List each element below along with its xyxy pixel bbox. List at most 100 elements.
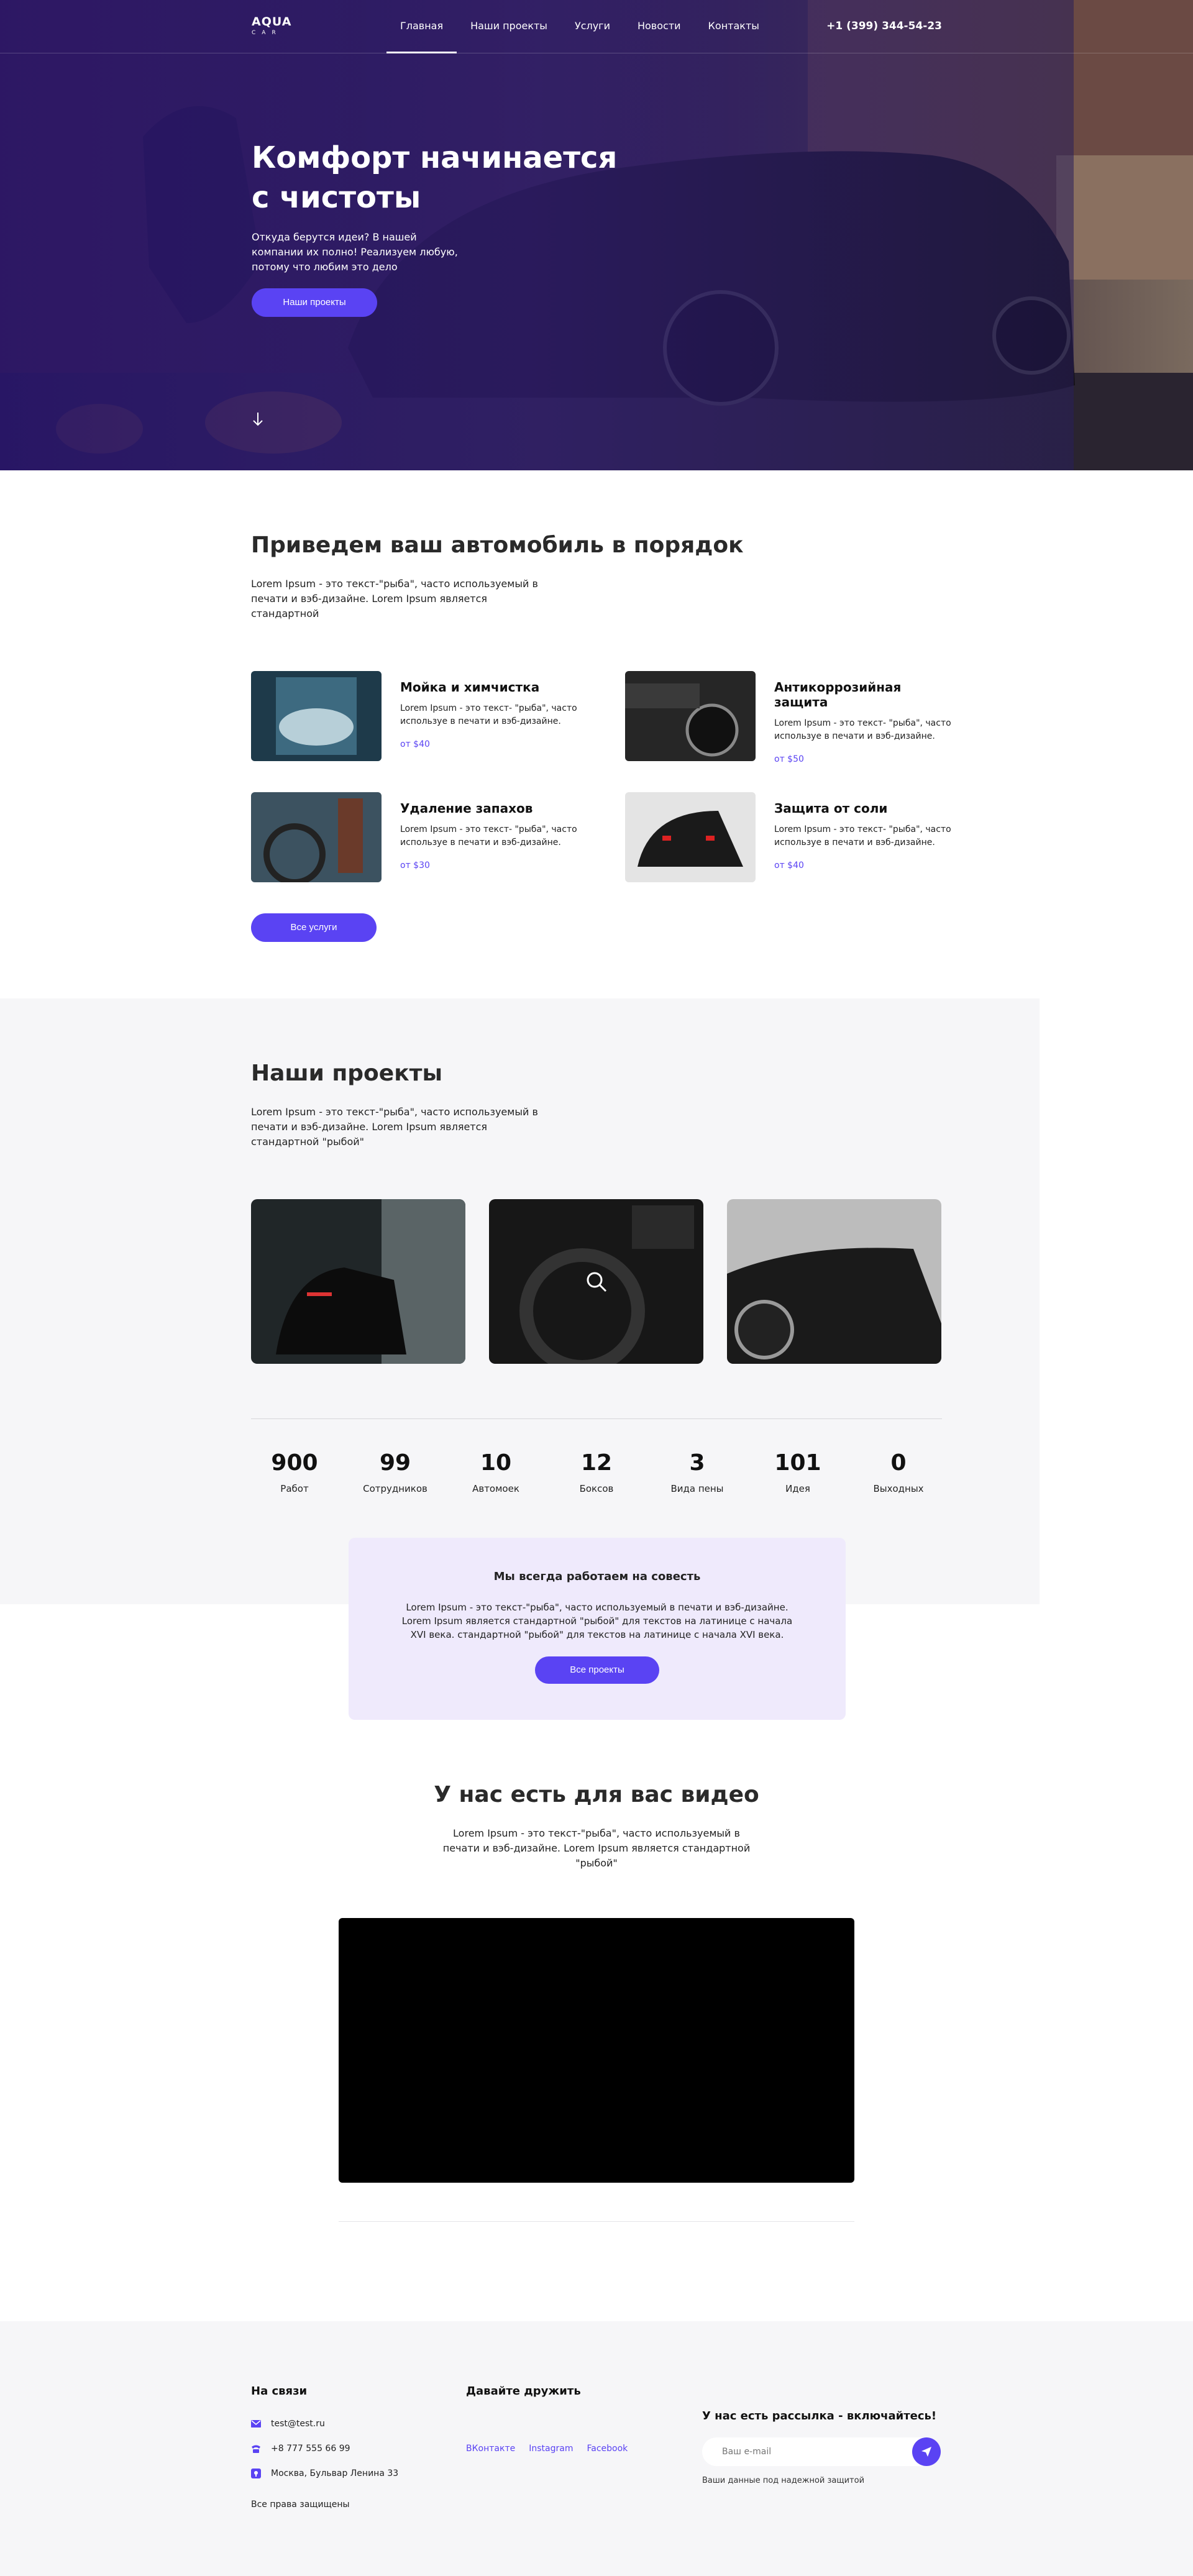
stat-item: 3 Вида пены xyxy=(660,1450,734,1494)
stat-item: 12 Боксов xyxy=(559,1450,634,1494)
nav-projects[interactable]: Наши проекты xyxy=(457,0,561,53)
stat-label: Автомоек xyxy=(472,1483,519,1494)
footer-email[interactable]: test@test.ru xyxy=(251,2419,398,2429)
stat-label: Вида пены xyxy=(670,1483,724,1494)
stat-number: 0 xyxy=(890,1450,907,1476)
stat-number: 12 xyxy=(580,1450,613,1476)
service-desc: Lorem Ipsum - это текст- "рыба", часто и… xyxy=(400,824,577,847)
footer-phone[interactable]: +8 777 555 66 99 xyxy=(251,2444,398,2454)
logo[interactable]: AQUA CAR xyxy=(252,15,291,36)
footer-address: Москва, Бульвар Ленина 33 xyxy=(251,2469,398,2478)
service-desc: Lorem Ipsum - это текст- "рыба", часто и… xyxy=(774,718,951,741)
copyright-text: Все права защищены xyxy=(251,2500,350,2510)
subscribe-email-input[interactable] xyxy=(702,2437,889,2466)
services-title: Приведем ваш автомобиль в порядок xyxy=(251,532,744,558)
video-divider xyxy=(339,2221,854,2222)
stat-item: 900 Работ xyxy=(257,1450,332,1494)
service-price: от $40 xyxy=(400,739,430,749)
stat-item: 0 Выходных xyxy=(861,1450,936,1494)
project-image-highlighted[interactable] xyxy=(489,1199,703,1364)
service-desc: Lorem Ipsum - это текст- "рыба", часто и… xyxy=(774,824,951,847)
services-lead: Lorem Ipsum - это текст-"рыба", часто ис… xyxy=(251,578,538,619)
service-card[interactable]: Антикоррозийная защита Lorem Ipsum - это… xyxy=(625,671,951,764)
notice-title: Мы всегда работаем на совесть xyxy=(493,1570,701,1583)
social-instagram-link[interactable]: Instagram xyxy=(529,2444,573,2454)
subscribe-send-button[interactable] xyxy=(912,2437,941,2466)
projects-title: Наши проекты xyxy=(251,1061,443,1086)
stat-label: Работ xyxy=(280,1483,309,1494)
service-card[interactable]: Защита от соли Lorem Ipsum - это текст- … xyxy=(625,792,951,882)
header-phone[interactable]: +1 (399) 344-54-23 xyxy=(826,20,942,32)
service-anticorrosion-image xyxy=(625,671,756,761)
social-vk-link[interactable]: ВКонтакте xyxy=(466,2444,515,2454)
nav-news[interactable]: Новости xyxy=(624,0,695,53)
footer-phone-text: +8 777 555 66 99 xyxy=(271,2444,350,2454)
stat-item: 10 Автомоек xyxy=(459,1450,533,1494)
hero-projects-button[interactable]: Наши проекты xyxy=(252,288,377,317)
social-links: ВКонтакте Instagram Facebook xyxy=(466,2444,628,2454)
projects-gallery xyxy=(251,1199,942,1364)
video-player[interactable] xyxy=(339,1918,854,2183)
service-title: Антикоррозийная защита xyxy=(774,680,902,710)
service-price: от $50 xyxy=(774,754,804,764)
hero-text: Откуда берутся идеи? В нашей компании их… xyxy=(252,231,458,273)
subscribe-note: Ваши данные под надежной защитой xyxy=(702,2476,865,2485)
stat-label: Боксов xyxy=(579,1483,614,1494)
subscribe-form xyxy=(702,2437,941,2466)
stat-number: 3 xyxy=(689,1450,705,1476)
service-price: от $40 xyxy=(774,861,804,870)
footer-email-text: test@test.ru xyxy=(271,2419,325,2429)
service-odor-removal-image xyxy=(251,792,382,882)
logo-main-text: AQUA xyxy=(252,15,292,29)
top-navigation: AQUA CAR Главная Наши проекты Услуги Нов… xyxy=(0,0,1193,53)
stat-number: 101 xyxy=(774,1450,821,1476)
arrow-down-icon[interactable] xyxy=(252,411,264,427)
stats-row: 900 Работ 99 Сотрудников 10 Автомоек 12 Бокс… xyxy=(251,1450,942,1494)
stat-label: Идея xyxy=(785,1483,810,1494)
send-icon xyxy=(921,2447,931,2457)
hero-content: Комфорт начинается с чистоты Откуда беру… xyxy=(252,138,624,317)
footer-contacts-title: На связи xyxy=(251,2385,308,2398)
service-card[interactable]: Мойка и химчистка Lorem Ipsum - это текс… xyxy=(251,671,577,761)
footer: На связи test@test.ru +8 777 555 66 99 М… xyxy=(0,2321,1193,2576)
hero-section: AQUA CAR Главная Наши проекты Услуги Нов… xyxy=(0,0,1193,470)
magnifier-icon[interactable] xyxy=(585,1271,608,1293)
service-washing-image xyxy=(251,671,382,761)
footer-subscribe: У нас есть рассылка - включайтесь! Ваши … xyxy=(702,2409,941,2485)
projects-lead: Lorem Ipsum - это текст-"рыба", часто ис… xyxy=(251,1106,538,1148)
notice-text: Lorem Ipsum - это текст-"рыба", часто ис… xyxy=(401,1602,793,1640)
phone-icon xyxy=(252,2445,260,2453)
service-salt-protection-image xyxy=(625,792,756,882)
mail-icon xyxy=(251,2420,261,2428)
video-title: У нас есть для вас видео xyxy=(434,1782,759,1807)
service-card[interactable]: Удаление запахов Lorem Ipsum - это текст… xyxy=(251,792,577,882)
project-image[interactable] xyxy=(727,1199,941,1364)
service-title: Удаление запахов xyxy=(400,801,533,816)
social-facebook-link[interactable]: Facebook xyxy=(587,2444,628,2454)
logo-sub-text: CAR xyxy=(252,30,282,36)
projects-section: Наши проекты Lorem Ipsum - это текст-"ры… xyxy=(0,998,1193,1720)
project-image[interactable] xyxy=(251,1199,465,1364)
service-desc: Lorem Ipsum - это текст- "рыба", часто и… xyxy=(400,703,577,726)
nav-home[interactable]: Главная xyxy=(386,0,457,53)
footer-social-title: Давайте дружить xyxy=(466,2385,581,2398)
projects-divider xyxy=(251,1418,942,1419)
video-lead: Lorem Ipsum - это текст-"рыба", часто ис… xyxy=(442,1827,751,1869)
stat-number: 900 xyxy=(271,1450,318,1476)
location-icon xyxy=(251,2469,261,2478)
footer-social: Давайте дружить ВКонтакте Instagram Face… xyxy=(466,2385,628,2454)
service-title: Мойка и химчистка xyxy=(400,680,540,695)
footer-address-text: Москва, Бульвар Ленина 33 xyxy=(271,2469,399,2478)
nav-contacts[interactable]: Контакты xyxy=(695,0,773,53)
hero-title: Комфорт начинается с чистоты xyxy=(252,140,618,215)
stat-item: 99 Сотрудников xyxy=(358,1450,432,1494)
notice-box: Мы всегда работаем на совесть Lorem Ipsu… xyxy=(349,1538,846,1720)
nav-services[interactable]: Услуги xyxy=(561,0,624,53)
footer-contacts: На связи test@test.ru +8 777 555 66 99 М… xyxy=(251,2385,398,2510)
all-services-button[interactable]: Все услуги xyxy=(251,913,377,942)
services-grid: Мойка и химчистка Lorem Ipsum - это текс… xyxy=(251,671,951,913)
main-menu: Главная Наши проекты Услуги Новости Конт… xyxy=(386,0,773,53)
stat-number: 99 xyxy=(379,1450,411,1476)
all-projects-button[interactable]: Все проекты xyxy=(535,1656,659,1684)
stat-item: 101 Идея xyxy=(761,1450,835,1494)
